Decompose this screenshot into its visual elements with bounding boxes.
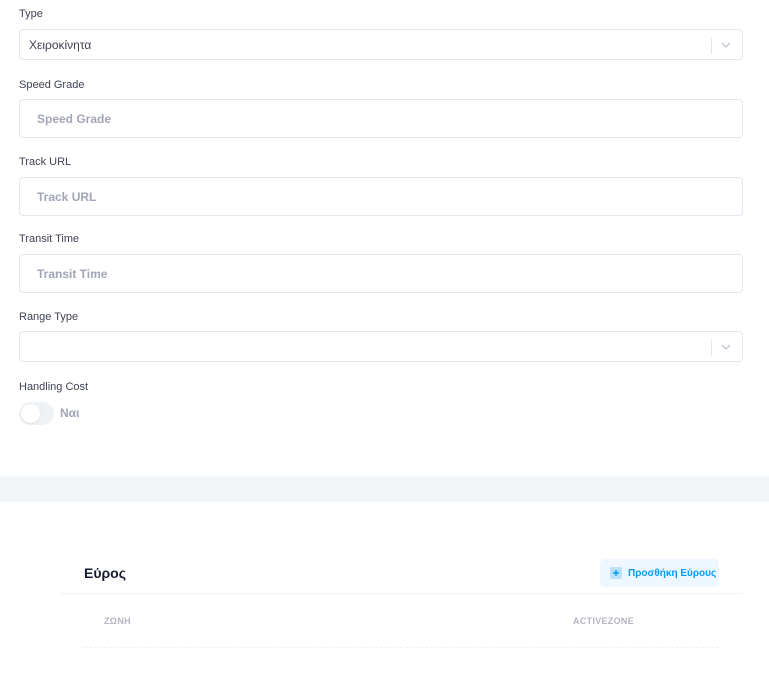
add-range-button[interactable]: Προσθήκη Εύρους [600,559,719,587]
plus-icon [610,567,622,579]
column-header-zone[interactable]: ΖΩΝΗ [104,616,131,626]
type-select[interactable]: Χειροκίνητα [19,29,743,60]
type-label: Type [19,8,43,20]
section-divider [0,476,769,502]
range-type-label: Range Type [19,311,79,323]
column-header-activezone[interactable]: ACTIVEZONE [573,616,634,626]
transit-time-input[interactable] [20,255,742,292]
speed-grade-field [19,99,743,138]
handling-cost-toggle-label: Ναι [60,406,80,420]
transit-time-label: Transit Time [19,233,80,245]
chevron-down-icon[interactable] [718,37,734,53]
track-url-label: Track URL [19,156,72,168]
handling-cost-toggle[interactable] [19,402,54,425]
range-type-select[interactable] [19,331,743,362]
select-separator [711,37,712,54]
transit-time-field [19,254,743,293]
track-url-field [19,177,743,216]
speed-grade-label: Speed Grade [19,79,85,91]
select-separator [711,339,712,356]
card-title: Εύρος [84,565,126,581]
track-url-input[interactable] [20,178,742,215]
table-header-divider [84,647,719,648]
type-select-value: Χειροκίνητα [29,38,92,52]
chevron-down-icon[interactable] [718,339,734,355]
shipping-method-form: Type Χειροκίνητα Speed Grade Track URL T… [0,0,769,476]
toggle-knob [21,404,40,423]
handling-cost-label: Handling Cost [19,381,89,393]
speed-grade-input[interactable] [20,100,742,137]
add-range-label: Προσθήκη Εύρους [628,568,717,579]
card-header-divider [60,593,743,594]
